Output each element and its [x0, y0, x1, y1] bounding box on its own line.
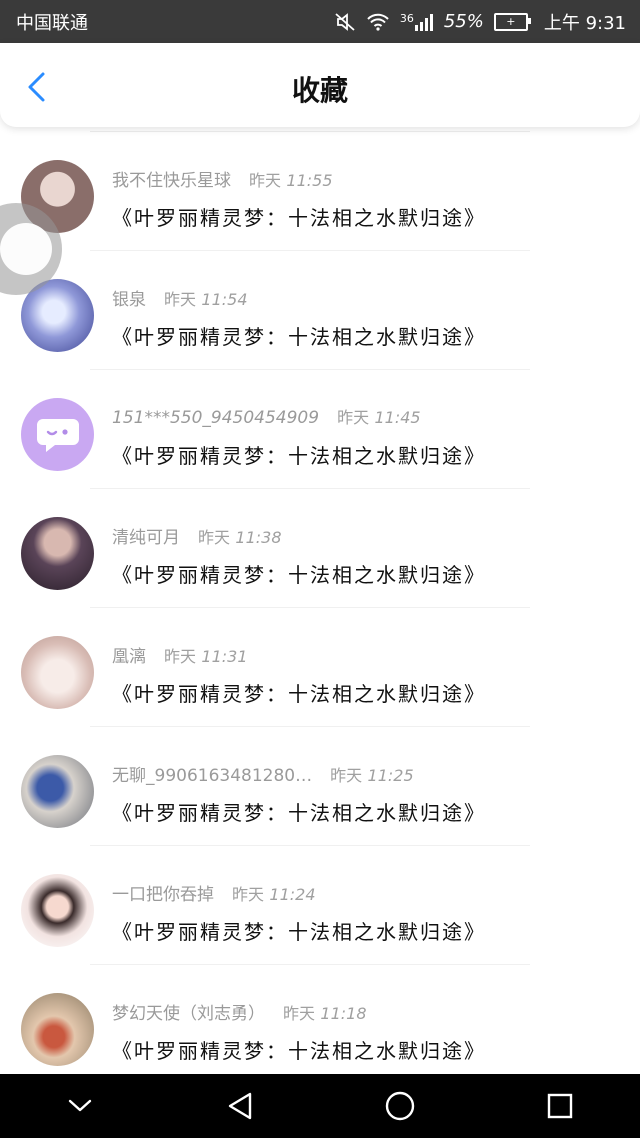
nav-home-button[interactable] [370, 1076, 430, 1136]
date-label: 昨天 [164, 647, 197, 666]
list-item[interactable]: 151***550_9450454909 昨天 11:45 《叶罗丽精灵梦：十法相… [0, 370, 640, 489]
time-label: 11:55 [286, 171, 333, 190]
favorites-list: 我不住快乐星球 昨天 11:55 《叶罗丽精灵梦：十法相之水默归途》 银泉 昨天 1… [0, 127, 640, 1074]
page-title: 收藏 [291, 74, 348, 107]
time-label: 11:24 [269, 885, 316, 904]
list-item[interactable]: 凰漓 昨天 11:31 《叶罗丽精灵梦：十法相之水默归途》 [0, 608, 640, 727]
time-label: 11:38 [235, 528, 282, 547]
user-name[interactable]: 151***550_9450454909 [112, 408, 319, 428]
date-label: 昨天 [198, 528, 231, 547]
battery-icon: + [493, 12, 531, 31]
time-label: 11:45 [374, 408, 421, 427]
date-label: 昨天 [330, 766, 363, 785]
favorite-title[interactable]: 《叶罗丽精灵梦：十法相之水默归途》 [112, 202, 486, 231]
user-name[interactable]: 一口把你吞掉 [112, 880, 214, 905]
avatar[interactable] [21, 993, 94, 1066]
list-item[interactable]: 我不住快乐星球 昨天 11:55 《叶罗丽精灵梦：十法相之水默归途》 [0, 132, 640, 251]
user-name[interactable]: 我不住快乐星球 [112, 166, 231, 191]
navigation-bar [0, 1074, 640, 1138]
favorite-title[interactable]: 《叶罗丽精灵梦：十法相之水默归途》 [112, 440, 486, 469]
date-label: 昨天 [232, 885, 265, 904]
back-triangle-icon [228, 1092, 252, 1120]
favorite-title[interactable]: 《叶罗丽精灵梦：十法相之水默归途》 [112, 678, 486, 707]
time-label: 11:31 [201, 647, 248, 666]
clock: 上午 9:31 [543, 12, 626, 34]
nav-back-button[interactable] [210, 1076, 270, 1136]
status-bar: 中国联通 36 55% + 上午 9:31 [0, 0, 640, 43]
signal-icon: 36 [400, 12, 434, 32]
chat-bubble-icon [36, 418, 79, 452]
favorite-title[interactable]: 《叶罗丽精灵梦：十法相之水默归途》 [112, 321, 486, 350]
mute-icon [334, 12, 356, 32]
floating-button-center [0, 223, 52, 275]
network-label: 36 [399, 11, 414, 25]
user-name[interactable]: 清纯可月 [112, 523, 180, 548]
list-item[interactable]: 银泉 昨天 11:54 《叶罗丽精灵梦：十法相之水默归途》 [0, 251, 640, 370]
date-label: 昨天 [283, 1004, 316, 1023]
favorite-title[interactable]: 《叶罗丽精灵梦：十法相之水默归途》 [112, 1035, 486, 1064]
nav-recents-button[interactable] [530, 1076, 590, 1136]
date-label: 昨天 [164, 290, 197, 309]
avatar[interactable] [21, 755, 94, 828]
wifi-icon [366, 12, 390, 32]
list-item[interactable]: 梦幻天使（刘志勇） 昨天 11:18 《叶罗丽精灵梦：十法相之水默归途》 [0, 965, 640, 1074]
time-label: 11:25 [367, 766, 414, 785]
date-label: 昨天 [249, 171, 282, 190]
carrier-label: 中国联通 [16, 12, 88, 34]
header-bar: 收藏 [0, 43, 640, 127]
user-name[interactable]: 梦幻天使（刘志勇） [112, 999, 265, 1024]
favorite-title[interactable]: 《叶罗丽精灵梦：十法相之水默归途》 [112, 559, 486, 588]
favorite-title[interactable]: 《叶罗丽精灵梦：十法相之水默归途》 [112, 797, 486, 826]
user-name[interactable]: 银泉 [112, 285, 146, 310]
date-label: 昨天 [337, 408, 370, 427]
list-item[interactable]: 无聊_9906163481280… 昨天 11:25 《叶罗丽精灵梦：十法相之水默… [0, 727, 640, 846]
user-name[interactable]: 凰漓 [112, 642, 146, 667]
time-label: 11:54 [201, 290, 248, 309]
status-icons: 36 55% + 上午 9:31 [334, 9, 626, 35]
avatar[interactable] [21, 874, 94, 947]
avatar[interactable] [21, 517, 94, 590]
user-name[interactable]: 无聊_9906163481280… [112, 761, 312, 786]
avatar[interactable] [21, 398, 94, 471]
home-circle-icon [385, 1091, 415, 1121]
list-item[interactable]: 一口把你吞掉 昨天 11:24 《叶罗丽精灵梦：十法相之水默归途》 [0, 846, 640, 965]
battery-percent: 55% [443, 11, 484, 32]
chevron-down-icon [68, 1099, 92, 1112]
recent-square-icon [547, 1093, 573, 1119]
avatar[interactable] [21, 636, 94, 709]
hide-nav-button[interactable] [50, 1076, 110, 1136]
favorite-title[interactable]: 《叶罗丽精灵梦：十法相之水默归途》 [112, 916, 486, 945]
time-label: 11:18 [320, 1004, 367, 1023]
list-item[interactable]: 清纯可月 昨天 11:38 《叶罗丽精灵梦：十法相之水默归途》 [0, 489, 640, 608]
